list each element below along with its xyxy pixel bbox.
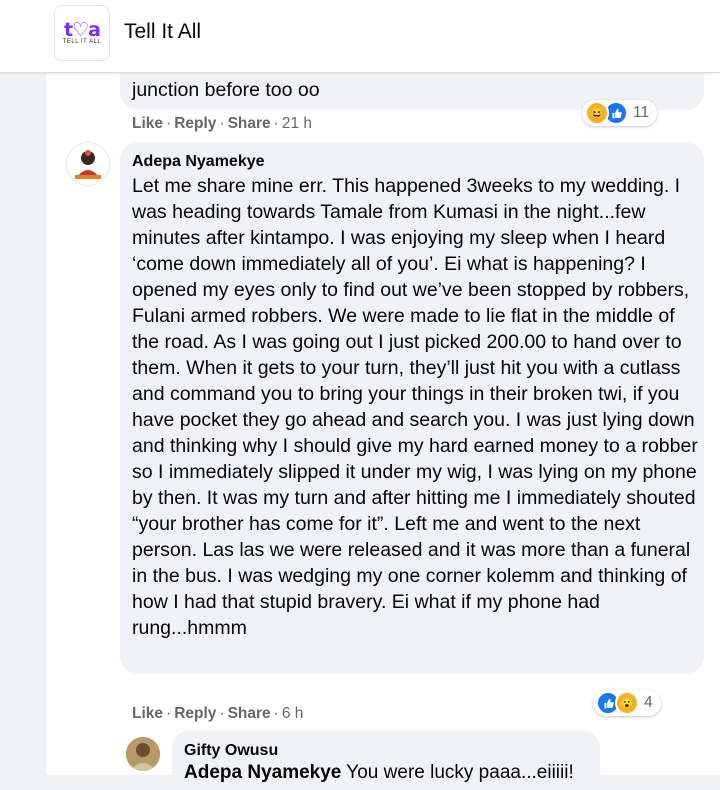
logo-mark: t♡a	[64, 18, 101, 41]
reaction-summary-previous[interactable]: 😆 11	[582, 100, 658, 126]
group-header: t♡a TELL IT ALL Tell It All	[0, 0, 720, 73]
comment-timestamp[interactable]: 6 h	[282, 705, 304, 722]
comment-actions-previous: Like · Reply · Share · 21 h	[132, 115, 313, 132]
reaction-summary[interactable]: 😮 4	[593, 690, 661, 716]
comment-text-previous: junction before too oo	[132, 79, 320, 101]
share-link[interactable]: Share	[228, 115, 271, 132]
reply-mention[interactable]: Adepa Nyamekye	[184, 762, 341, 783]
reply-link[interactable]: Reply	[174, 115, 216, 132]
reply-text: Adepa Nyamekye You were lucky paaa...eii…	[184, 762, 574, 784]
wow-icon: 😮	[615, 691, 639, 715]
comments-panel: junction before too oo 😆 11 Like · Reply · S…	[46, 52, 720, 790]
reply-link[interactable]: Reply	[174, 705, 216, 722]
reaction-count: 11	[633, 104, 650, 121]
avatar[interactable]	[66, 142, 110, 186]
haha-icon: 😆	[585, 101, 609, 125]
logo-subtitle: TELL IT ALL	[62, 38, 102, 45]
reply-bubble: Gifty Owusu Adepa Nyamekye You were luck…	[172, 730, 600, 790]
group-logo[interactable]: t♡a TELL IT ALL	[54, 5, 110, 61]
share-link[interactable]: Share	[228, 705, 271, 722]
comment-bubble: Adepa Nyamekye Let me share mine err. Th…	[120, 142, 704, 674]
reply-body: You were lucky paaa...eiiiii!	[341, 762, 574, 783]
reply-author[interactable]: Gifty Owusu	[184, 742, 278, 760]
reaction-count: 4	[644, 694, 653, 711]
reply-avatar[interactable]	[126, 737, 160, 771]
comment-actions: Like · Reply · Share · 6 h	[132, 705, 304, 722]
comment-text: Let me share mine err. This happened 3we…	[132, 175, 698, 639]
like-link[interactable]: Like	[132, 115, 163, 132]
comment-author[interactable]: Adepa Nyamekye	[132, 153, 265, 171]
group-title[interactable]: Tell It All	[124, 20, 201, 44]
like-link[interactable]: Like	[132, 705, 163, 722]
comment-timestamp[interactable]: 21 h	[282, 115, 312, 132]
